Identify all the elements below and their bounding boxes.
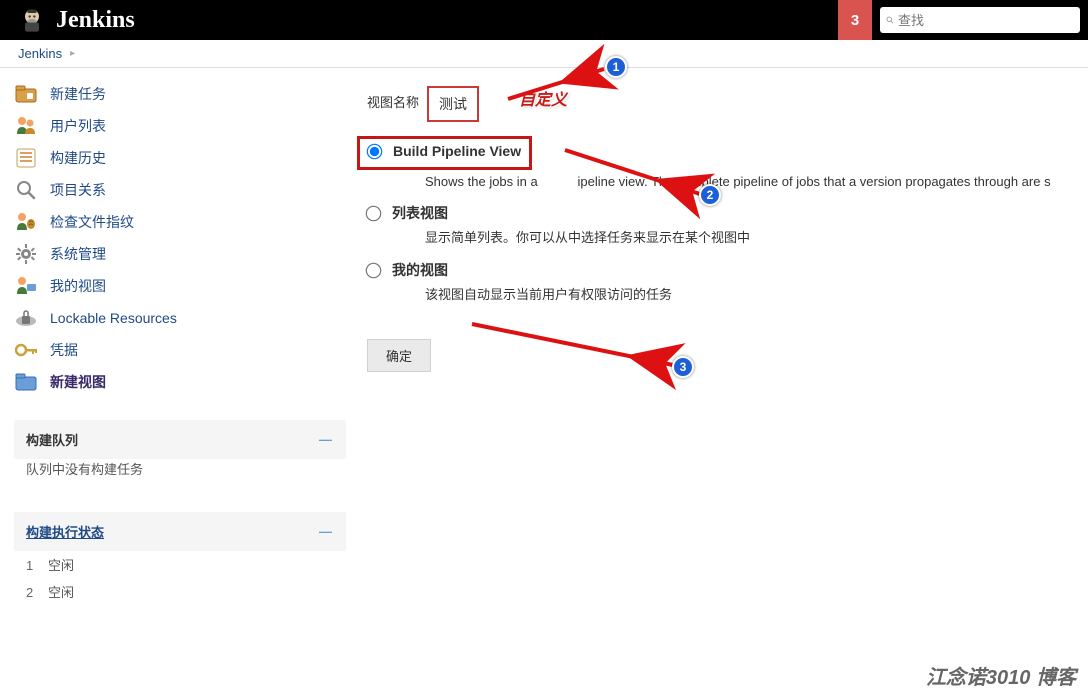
nav-list: 新建任务 用户列表 构建历史 项目关系 检查文件指纹 系统管理 <box>14 78 355 398</box>
search-icon <box>14 178 38 202</box>
exec-status-body: 1空闲 2空闲 <box>14 551 346 617</box>
header-title[interactable]: Jenkins <box>56 7 135 34</box>
header: Jenkins 3 <box>0 0 1088 40</box>
chevron-right-icon: ▸ <box>70 48 75 59</box>
collapse-icon[interactable]: — <box>319 524 332 539</box>
jenkins-logo-icon <box>16 4 48 36</box>
radio-pipeline[interactable] <box>367 143 383 159</box>
view-name-label: 视图名称 <box>367 86 427 111</box>
radio-list-label[interactable]: 列表视图 <box>392 203 448 223</box>
radio-list[interactable] <box>366 205 382 221</box>
history-icon <box>14 146 38 170</box>
build-queue-body: 队列中没有构建任务 <box>14 459 346 490</box>
exec-status-title[interactable]: 构建执行状态 — <box>14 512 346 551</box>
search-icon <box>886 13 894 27</box>
breadcrumb: Jenkins ▸ <box>0 40 1088 68</box>
nav-credentials[interactable]: 凭据 <box>14 334 355 366</box>
notification-badge[interactable]: 3 <box>838 0 872 40</box>
breadcrumb-root[interactable]: Jenkins <box>18 46 62 61</box>
radio-myview-label[interactable]: 我的视图 <box>392 260 448 280</box>
view-name-row: 视图名称 测试 自定义 <box>367 86 1088 122</box>
confirm-button[interactable]: 确定 <box>367 339 431 372</box>
new-task-icon <box>14 82 38 106</box>
radio-pipeline-desc: Shows the jobs in a ipeline view. The co… <box>425 174 1088 189</box>
nav-manage[interactable]: 系统管理 <box>14 238 355 270</box>
nav-new-view[interactable]: 新建视图 <box>14 366 355 398</box>
build-queue-widget: 构建队列 — 队列中没有构建任务 <box>14 420 346 490</box>
nav-relations[interactable]: 项目关系 <box>14 174 355 206</box>
collapse-icon[interactable]: — <box>319 432 332 447</box>
view-name-input[interactable]: 测试 <box>427 86 479 122</box>
sidebar: 新建任务 用户列表 构建历史 项目关系 检查文件指纹 系统管理 <box>0 68 355 617</box>
people-icon <box>14 114 38 138</box>
custom-annotation: 自定义 <box>519 86 567 110</box>
gear-icon <box>14 242 38 266</box>
radio-myview-desc: 该视图自动显示当前用户有权限访问的任务 <box>425 284 1088 303</box>
search-input[interactable] <box>898 13 1074 28</box>
content: 视图名称 测试 自定义 Build Pipeline View Shows th… <box>355 68 1088 617</box>
radio-list-desc: 显示简单列表。你可以从中选择任务来显示在某个视图中 <box>425 227 1088 246</box>
executor-row: 1空闲 <box>26 551 334 578</box>
build-queue-title: 构建队列 — <box>14 420 346 459</box>
my-view-icon <box>14 274 38 298</box>
lock-icon <box>14 306 38 330</box>
nav-my-views[interactable]: 我的视图 <box>14 270 355 302</box>
pipeline-highlight-box: Build Pipeline View <box>357 136 532 170</box>
radio-myview[interactable] <box>366 262 382 278</box>
new-view-icon <box>14 370 38 394</box>
search-box <box>880 7 1080 33</box>
nav-people[interactable]: 用户列表 <box>14 110 355 142</box>
credentials-icon <box>14 338 38 362</box>
nav-fingerprint[interactable]: 检查文件指纹 <box>14 206 355 238</box>
exec-status-widget: 构建执行状态 — 1空闲 2空闲 <box>14 512 346 617</box>
fingerprint-icon <box>14 210 38 234</box>
watermark: 江念诺3010 博客 <box>926 661 1076 690</box>
radio-pipeline-label[interactable]: Build Pipeline View <box>393 143 521 159</box>
nav-new-task[interactable]: 新建任务 <box>14 78 355 110</box>
executor-row: 2空闲 <box>26 578 334 605</box>
nav-history[interactable]: 构建历史 <box>14 142 355 174</box>
nav-lockable[interactable]: Lockable Resources <box>14 302 355 334</box>
